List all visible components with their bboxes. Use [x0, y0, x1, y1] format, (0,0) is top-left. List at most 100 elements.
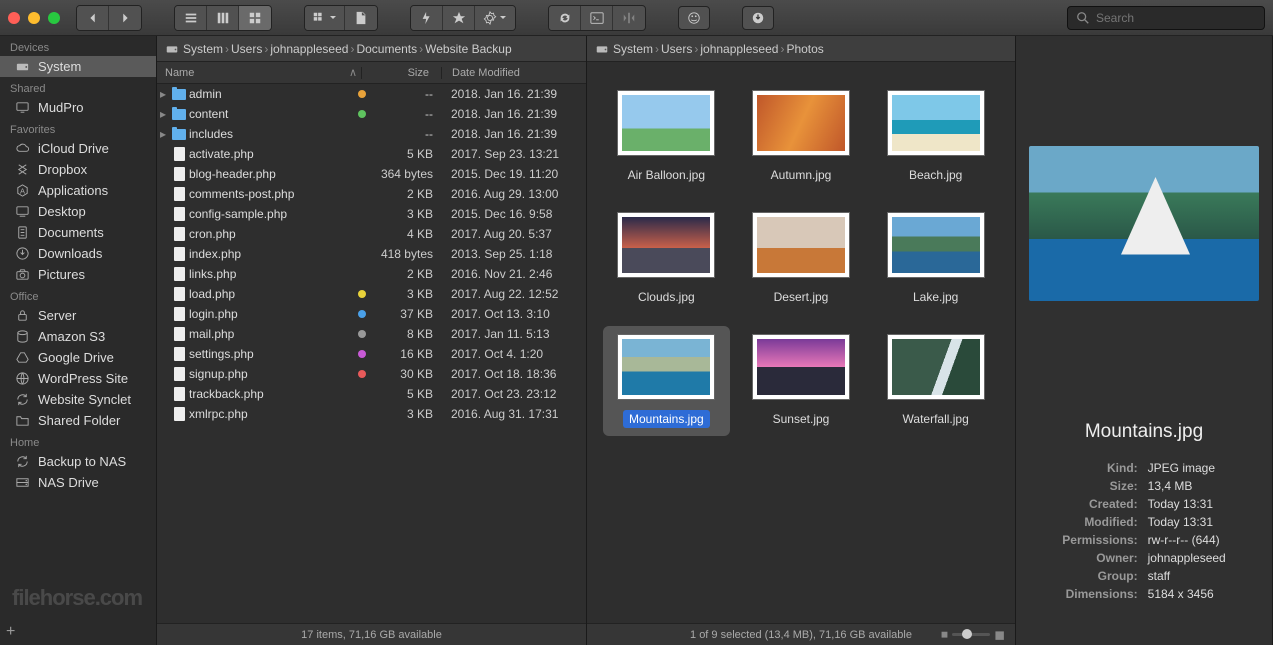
file-row[interactable]: comments-post.php2 KB2016. Aug 29. 13:00 [157, 184, 586, 204]
new-file-button[interactable] [345, 6, 377, 30]
sidebar-item[interactable]: WordPress Site [0, 368, 156, 389]
left-status-bar: 17 items, 71,16 GB available [157, 623, 586, 645]
file-icon [169, 227, 189, 241]
file-row[interactable]: config-sample.php3 KB2015. Dec 16. 9:58 [157, 204, 586, 224]
terminal-button[interactable] [581, 6, 613, 30]
thumbnail-item[interactable]: Waterfall.jpg [872, 326, 999, 436]
arrange-button[interactable] [305, 6, 345, 30]
file-row[interactable]: settings.php16 KB2017. Oct 4. 1:20 [157, 344, 586, 364]
meta-value: staff [1148, 569, 1226, 583]
sidebar-item[interactable]: AApplications [0, 180, 156, 201]
minimize-window-button[interactable] [28, 12, 40, 24]
file-date: 2017. Sep 23. 13:21 [441, 147, 586, 161]
sidebar-section-header: Shared [0, 77, 156, 97]
view-list-button[interactable] [175, 6, 207, 30]
file-row[interactable]: links.php2 KB2016. Nov 21. 2:46 [157, 264, 586, 284]
file-name: trackback.php [189, 387, 353, 401]
sidebar-item[interactable]: Shared Folder [0, 410, 156, 431]
quick-action-button[interactable] [411, 6, 443, 30]
file-row[interactable]: login.php37 KB2017. Oct 13. 3:10 [157, 304, 586, 324]
path-segment[interactable]: Users [661, 42, 692, 56]
file-size: 418 bytes [371, 247, 441, 261]
view-columns-button[interactable] [207, 6, 239, 30]
sidebar-item-label: Dropbox [38, 162, 87, 177]
thumbnail-label: Autumn.jpg [765, 166, 838, 184]
file-icon [169, 347, 189, 361]
zoom-window-button[interactable] [48, 12, 60, 24]
file-row[interactable]: index.php418 bytes2013. Sep 25. 1:18 [157, 244, 586, 264]
column-date[interactable]: Date Modified [441, 67, 586, 79]
thumbnail-item[interactable]: Autumn.jpg [738, 82, 865, 192]
file-row[interactable]: xmlrpc.php3 KB2016. Aug 31. 17:31 [157, 404, 586, 424]
thumbnail-item[interactable]: Air Balloon.jpg [603, 82, 730, 192]
thumbnail-item[interactable]: Lake.jpg [872, 204, 999, 314]
thumbnail-grid[interactable]: Air Balloon.jpg Autumn.jpg Beach.jpg Clouds… [587, 62, 1015, 623]
column-headers[interactable]: Name ∧ Size Date Modified [157, 62, 586, 84]
back-button[interactable] [77, 6, 109, 30]
thumb-size-slider[interactable]: ◼ ◼ [941, 627, 1005, 643]
file-name: xmlrpc.php [189, 407, 353, 421]
thumbnail-item[interactable]: Sunset.jpg [738, 326, 865, 436]
preview-pane: Mountains.jpg Kind:JPEG imageSize:13,4 M… [1016, 36, 1273, 645]
file-row[interactable]: activate.php5 KB2017. Sep 23. 13:21 [157, 144, 586, 164]
file-list[interactable]: ▸admin--2018. Jan 16. 21:39▸content--201… [157, 84, 586, 623]
search-input[interactable] [1096, 11, 1256, 25]
sidebar-item[interactable]: Documents [0, 222, 156, 243]
file-row[interactable]: cron.php4 KB2017. Aug 20. 5:37 [157, 224, 586, 244]
thumbnail-item[interactable]: Mountains.jpg [603, 326, 730, 436]
sidebar-item[interactable]: Google Drive [0, 347, 156, 368]
sidebar-item[interactable]: MudPro [0, 97, 156, 118]
download-button[interactable] [742, 6, 774, 30]
sidebar-item[interactable]: Downloads [0, 243, 156, 264]
sidebar-item[interactable]: Website Synclet [0, 389, 156, 410]
forward-button[interactable] [109, 6, 141, 30]
sidebar-item[interactable]: System [0, 56, 156, 77]
file-date: 2016. Aug 29. 13:00 [441, 187, 586, 201]
sidebar-item[interactable]: NAS Drive [0, 472, 156, 493]
sync-button[interactable] [549, 6, 581, 30]
file-size: 2 KB [371, 187, 441, 201]
favorite-button[interactable] [443, 6, 475, 30]
path-segment[interactable]: johnappleseed [700, 42, 778, 56]
thumbnail-item[interactable]: Beach.jpg [872, 82, 999, 192]
search-field[interactable] [1067, 6, 1265, 30]
path-segment[interactable]: Photos [786, 42, 823, 56]
action-menu-button[interactable] [475, 6, 515, 30]
column-size[interactable]: Size [361, 67, 441, 79]
add-sidebar-item-button[interactable]: + [6, 623, 15, 641]
sidebar-item[interactable]: Desktop [0, 201, 156, 222]
sidebar-item[interactable]: Backup to NAS [0, 451, 156, 472]
thumbnail-item[interactable]: Clouds.jpg [603, 204, 730, 314]
file-row[interactable]: signup.php30 KB2017. Oct 18. 18:36 [157, 364, 586, 384]
path-segment[interactable]: System [183, 42, 223, 56]
globe-icon [14, 371, 30, 386]
close-window-button[interactable] [8, 12, 20, 24]
file-row[interactable]: ▸content--2018. Jan 16. 21:39 [157, 104, 586, 124]
path-segment[interactable]: Website Backup [425, 42, 512, 56]
compare-button[interactable] [613, 6, 645, 30]
column-name[interactable]: Name [157, 67, 349, 79]
path-segment[interactable]: Users [231, 42, 262, 56]
sidebar-item[interactable]: Server [0, 305, 156, 326]
file-row[interactable]: ▸includes--2018. Jan 16. 21:39 [157, 124, 586, 144]
path-segment[interactable]: Documents [356, 42, 417, 56]
file-row[interactable]: trackback.php5 KB2017. Oct 23. 23:12 [157, 384, 586, 404]
hdd-icon [595, 42, 609, 56]
file-row[interactable]: ▸admin--2018. Jan 16. 21:39 [157, 84, 586, 104]
sidebar-item[interactable]: iCloud Drive [0, 138, 156, 159]
sidebar-item[interactable]: Pictures [0, 264, 156, 285]
view-icons-button[interactable] [239, 6, 271, 30]
emoji-button[interactable] [678, 6, 710, 30]
sidebar-item[interactable]: Dropbox [0, 159, 156, 180]
left-path-bar[interactable]: System›Users›johnappleseed›Documents›Web… [157, 36, 586, 62]
sidebar-item[interactable]: Amazon S3 [0, 326, 156, 347]
file-row[interactable]: load.php3 KB2017. Aug 22. 12:52 [157, 284, 586, 304]
path-segment[interactable]: System [613, 42, 653, 56]
path-segment[interactable]: johnappleseed [270, 42, 348, 56]
meta-key: Group: [1062, 569, 1137, 583]
file-row[interactable]: mail.php8 KB2017. Jan 11. 5:13 [157, 324, 586, 344]
file-row[interactable]: blog-header.php364 bytes2015. Dec 19. 11… [157, 164, 586, 184]
thumbnail-item[interactable]: Desert.jpg [738, 204, 865, 314]
right-path-bar[interactable]: System›Users›johnappleseed›Photos [587, 36, 1015, 62]
sidebar-section-header: Favorites [0, 118, 156, 138]
